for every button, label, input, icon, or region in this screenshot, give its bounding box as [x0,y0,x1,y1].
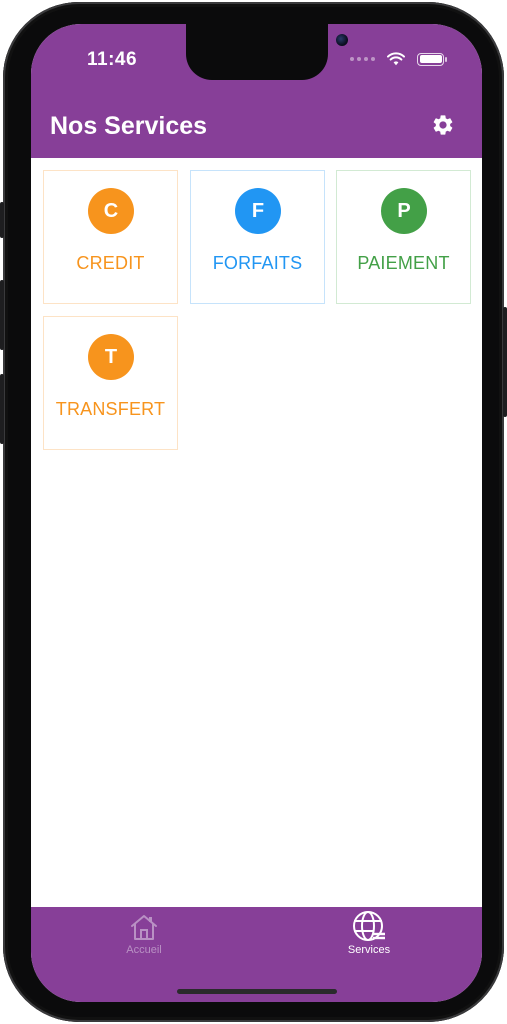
service-badge: C [88,188,134,234]
service-tile-paiement[interactable]: P PAIEMENT [336,170,471,304]
gear-icon [433,115,453,135]
status-time: 11:46 [87,49,138,70]
service-tile-credit[interactable]: C CREDIT [43,170,178,304]
service-tile-transfert[interactable]: T TRANSFERT [43,316,178,450]
service-label: CREDIT [76,253,145,273]
service-badge: P [381,188,427,234]
status-icons [350,52,447,66]
home-icon [131,915,157,940]
service-badge: F [235,188,281,234]
home-indicator[interactable] [177,989,337,994]
signal-icon [350,57,375,61]
service-label: PAIEMENT [357,253,450,273]
nav-item-accueil[interactable]: Accueil [89,913,199,973]
bottom-navigation: Accueil Services [31,907,482,1002]
front-camera [336,34,348,46]
battery-icon [417,52,447,66]
silent-switch [0,202,4,238]
notch [186,24,348,80]
wifi-icon [387,52,405,66]
service-tile-forfaits[interactable]: F FORFAITS [190,170,325,304]
nav-label: Services [347,944,391,956]
screen: 11:46 Nos Services C CREDIT F FORFAITS P… [31,24,482,1002]
volume-down-button [0,374,4,444]
nav-label: Accueil [126,944,162,956]
service-label: TRANSFERT [55,399,166,419]
power-button [503,307,507,417]
nav-item-services[interactable]: Services [314,911,424,973]
phone-frame: 11:46 Nos Services C CREDIT F FORFAITS P… [0,2,507,1022]
service-label: FORFAITS [212,253,303,273]
globe-icon [353,911,385,941]
volume-up-button [0,280,4,350]
service-badge: T [88,334,134,380]
settings-button[interactable] [428,110,458,140]
page-title: Nos Services [50,112,208,140]
